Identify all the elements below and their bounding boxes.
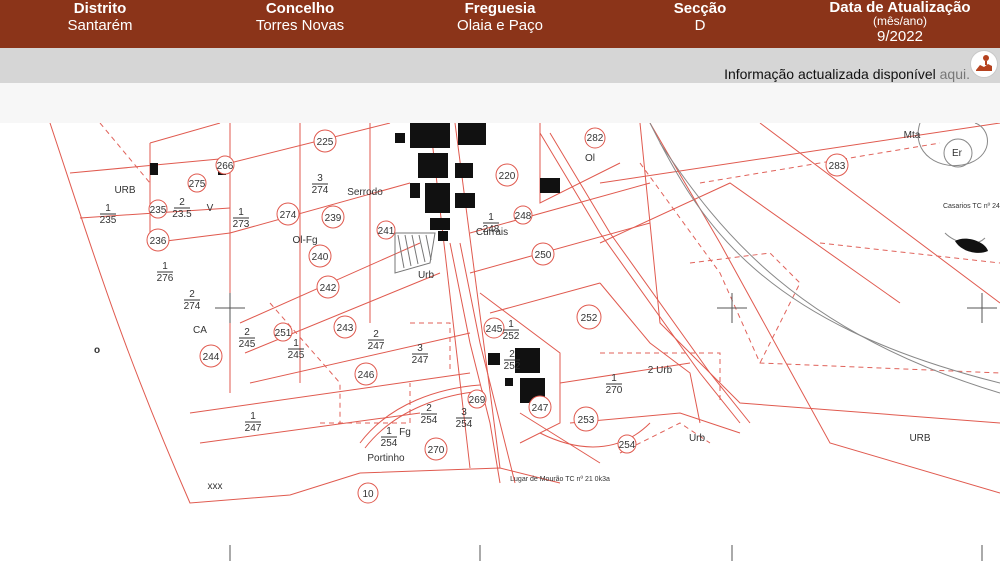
freguesia-title: Freguesia bbox=[464, 0, 536, 17]
map-labels-layer bbox=[0, 123, 1000, 561]
info-link[interactable]: aqui. bbox=[940, 66, 970, 82]
cadastral-map[interactable]: 282 225 220 283 266 275 235 236 274 239 240 241 248 2… bbox=[0, 123, 1000, 561]
toolbar-spacer bbox=[0, 83, 1000, 123]
data-title: Data de Atualização bbox=[829, 0, 971, 16]
concelho-title: Concelho bbox=[265, 0, 335, 17]
map-update-button[interactable] bbox=[970, 50, 998, 78]
seccao-column: Secção D bbox=[650, 0, 750, 34]
data-column: Data de Atualização (mês/ano) 9/2022 bbox=[815, 0, 985, 45]
info-message: Informação actualizada disponível aqui. bbox=[724, 66, 970, 82]
concelho-column: Concelho Torres Novas bbox=[240, 0, 360, 34]
location-header: Distrito Santarém Concelho Torres Novas … bbox=[0, 0, 1000, 48]
freguesia-value: Olaia e Paço bbox=[457, 17, 543, 34]
info-text: Informação actualizada disponível bbox=[724, 66, 936, 82]
info-bar: Informação actualizada disponível aqui. bbox=[0, 48, 1000, 83]
seccao-value: D bbox=[694, 17, 706, 34]
concelho-value: Torres Novas bbox=[255, 17, 345, 34]
data-subtitle: (mês/ano) bbox=[872, 14, 928, 28]
data-value: 9/2022 bbox=[877, 28, 923, 45]
distrito-column: Distrito Santarém bbox=[40, 0, 160, 34]
freguesia-column: Freguesia Olaia e Paço bbox=[435, 0, 565, 34]
map-update-icon bbox=[972, 52, 996, 76]
distrito-value: Santarém bbox=[67, 17, 133, 34]
seccao-title: Secção bbox=[673, 0, 727, 17]
distrito-title: Distrito bbox=[73, 0, 127, 17]
